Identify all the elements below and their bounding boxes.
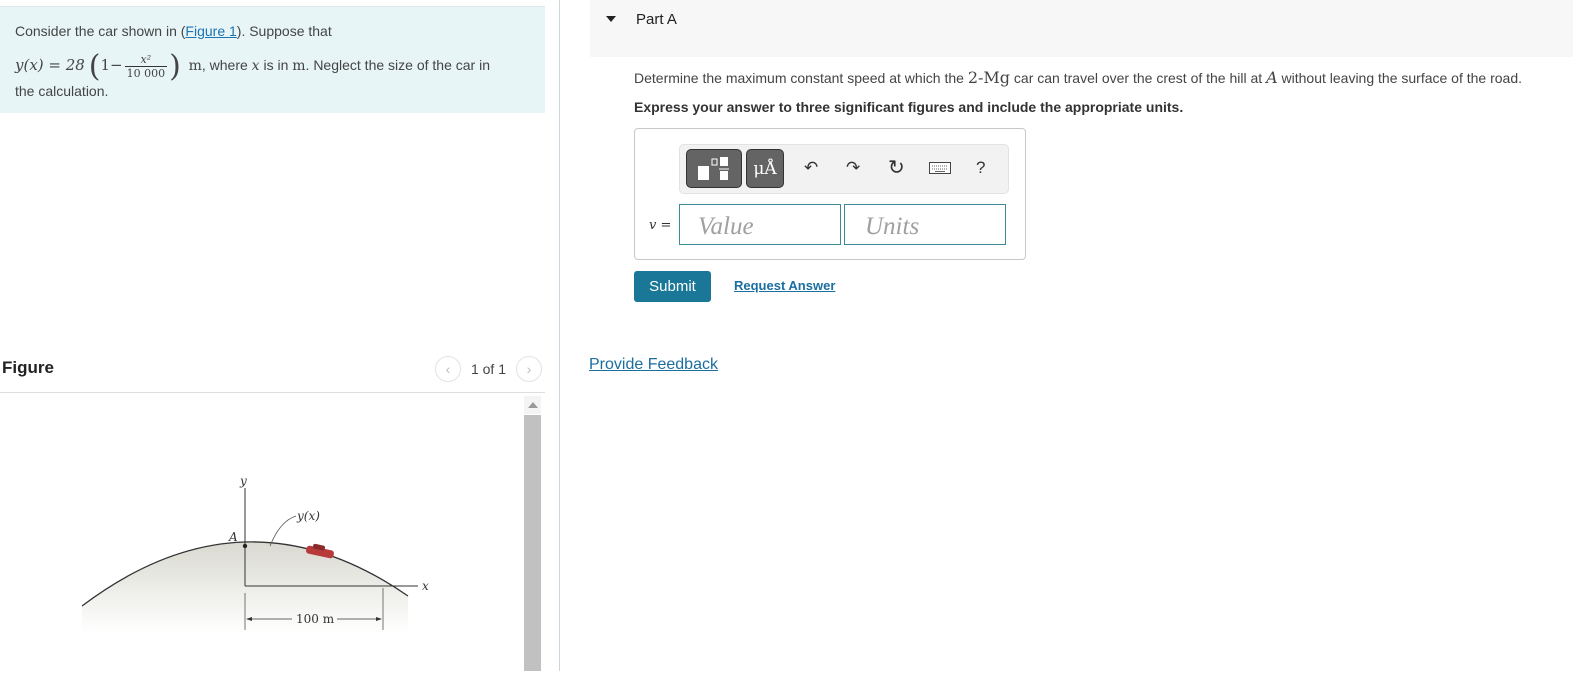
eq-text-1: , where <box>201 57 252 74</box>
figure-pager: ‹ 1 of 1 › <box>434 356 542 382</box>
units-input[interactable] <box>844 204 1006 245</box>
templates-icon <box>698 156 729 180</box>
next-figure-button[interactable]: › <box>516 356 542 382</box>
collapse-caret-icon[interactable] <box>606 16 616 22</box>
question-prefix: Determine the maximum constant speed at … <box>634 70 968 86</box>
unit-m-2: m <box>292 58 306 75</box>
units-icon: μÅ <box>753 158 777 179</box>
equation-one: 1− <box>100 56 123 75</box>
value-input[interactable] <box>679 204 841 245</box>
right-panel: Part A Determine the maximum constant sp… <box>560 0 1573 671</box>
undo-icon[interactable]: ↶ <box>804 158 818 178</box>
intro-suffix: ). Suppose that <box>236 23 332 39</box>
fraction-numerator: x² <box>124 53 168 67</box>
units-button[interactable]: μÅ <box>746 149 784 188</box>
equation-fraction: x² 10 000 <box>124 53 168 80</box>
figure-scrollbar[interactable] <box>524 415 541 671</box>
answer-box: μÅ ↶ ↷ ↻ ? v = <box>634 128 1026 260</box>
chevron-right-icon: › <box>526 361 532 377</box>
eq-var-x: x <box>251 58 260 75</box>
problem-line-3: the calculation. <box>15 83 109 99</box>
instruction-text: Express your answer to three significant… <box>634 99 1184 115</box>
dimension-label: 100 m <box>296 612 335 626</box>
question-suffix: without leaving the surface of the road. <box>1277 70 1523 86</box>
help-icon[interactable]: ? <box>976 158 985 178</box>
question-mid: car can travel over the crest of the hil… <box>1010 70 1267 86</box>
curve-leader <box>269 515 297 547</box>
part-title: Part A <box>636 11 677 28</box>
keyboard-icon[interactable] <box>929 162 951 174</box>
point-a-label: A <box>228 530 238 544</box>
x-axis-label: x <box>422 579 429 593</box>
request-answer-link[interactable]: Request Answer <box>734 278 835 293</box>
figure-image: y x A y(x) 100 m <box>0 393 520 671</box>
problem-statement: Consider the car shown in (Figure 1). Su… <box>0 6 545 113</box>
variable-text: v = <box>649 218 672 233</box>
figure-header: Figure ‹ 1 of 1 › <box>0 352 545 393</box>
submit-button[interactable]: Submit <box>634 271 711 302</box>
variable-label: v = <box>649 217 671 233</box>
left-panel: Consider the car shown in (Figure 1). Su… <box>0 0 545 671</box>
question-text: Determine the maximum constant speed at … <box>634 68 1522 87</box>
right-paren: ) <box>169 49 181 84</box>
prev-figure-button[interactable]: ‹ <box>434 356 461 382</box>
unit-m: m <box>188 58 202 75</box>
reset-icon[interactable]: ↻ <box>888 155 905 180</box>
eq-text-2: is in <box>259 57 293 74</box>
point-a-dot <box>242 543 248 549</box>
figure-title: Figure <box>2 358 54 377</box>
pager-text: 1 of 1 <box>470 361 506 377</box>
eq-text-3: . Neglect the size of the car in <box>305 57 490 74</box>
question-mass: 2-Mg <box>967 68 1011 87</box>
curve-label: y(x) <box>296 509 320 523</box>
provide-feedback-link[interactable]: Provide Feedback <box>589 356 718 374</box>
left-paren: ( <box>88 49 101 84</box>
hill-diagram: y x A y(x) 100 m <box>81 474 429 633</box>
redo-icon[interactable]: ↷ <box>846 158 860 178</box>
fraction-denominator: 10 000 <box>126 67 166 80</box>
math-toolbar: μÅ ↶ ↷ ↻ ? <box>679 144 1009 194</box>
question-point: A <box>1266 68 1278 87</box>
part-a-header[interactable]: Part A <box>590 0 1573 57</box>
templates-button[interactable] <box>686 149 742 188</box>
problem-equation-line: y(x) = 28 (1− x² 10 000) m, where x is in … <box>15 49 490 84</box>
intro-text: Consider the car shown in ( <box>15 23 186 39</box>
equation-lhs: y(x) = 28 <box>15 56 85 75</box>
scroll-up-arrow[interactable] <box>524 396 541 414</box>
y-axis-label: y <box>239 474 247 488</box>
chevron-left-icon: ‹ <box>445 361 451 377</box>
problem-line-1: Consider the car shown in (Figure 1). Su… <box>15 23 332 39</box>
figure-link[interactable]: Figure 1 <box>185 23 236 39</box>
